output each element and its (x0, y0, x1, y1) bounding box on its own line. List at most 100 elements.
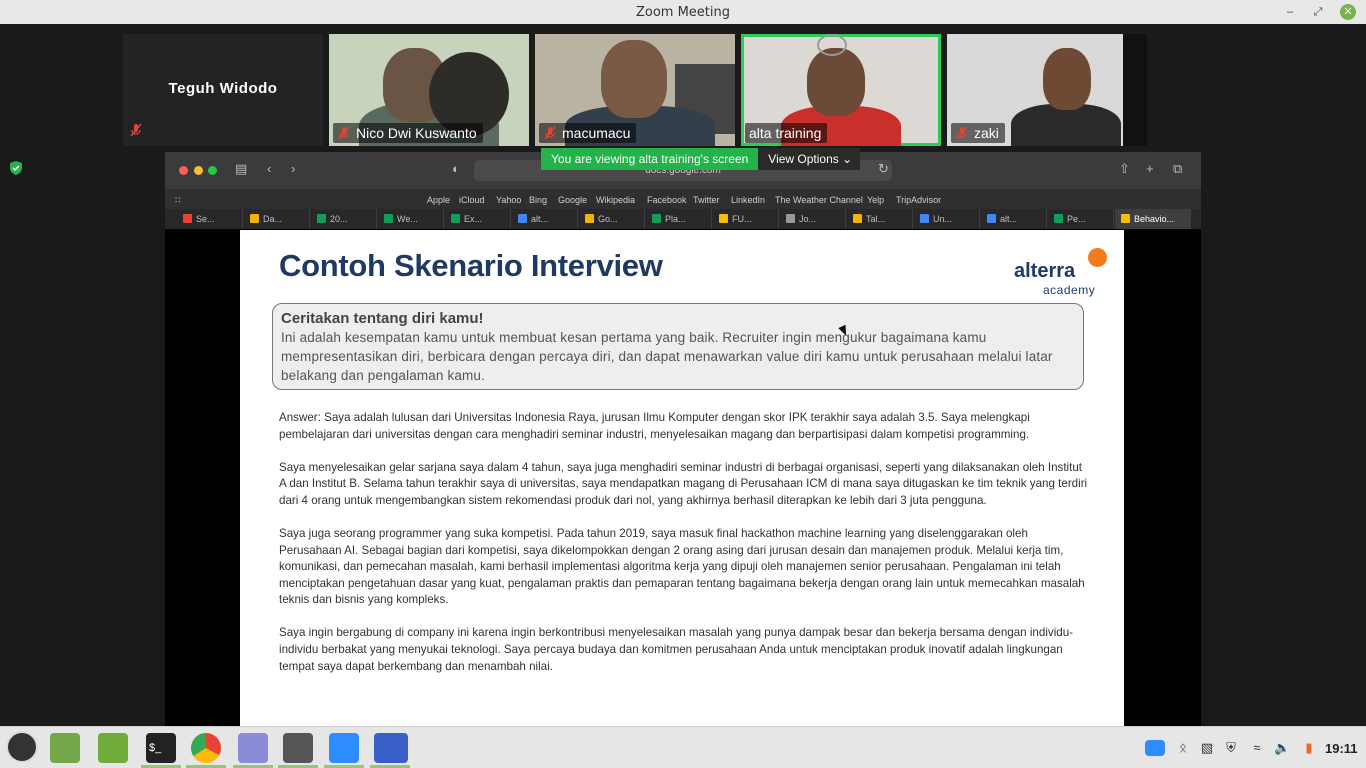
browser-tab: Go... (579, 209, 645, 229)
datastudio-icon (250, 214, 259, 223)
file-manager-icon[interactable] (98, 733, 128, 763)
doc-icon (987, 214, 996, 223)
browser-tab: alt... (512, 209, 578, 229)
participant-label: zaki (951, 123, 1005, 143)
answer-paragraph: Saya menyelesaikan gelar sarjana saya da… (279, 460, 1088, 507)
window-titlebar: Zoom Meeting – ⤢ ✕ (0, 0, 1366, 24)
question-title: Ceritakan tentang diri kamu! (281, 310, 484, 327)
taskbar: $_ ᛟ ▧ ⛨ ≈ 🔈 ▮ 19:11 (0, 726, 1366, 768)
participant-tile[interactable]: zaki (947, 34, 1147, 146)
wifi-icon[interactable]: ≈ (1249, 740, 1265, 756)
sidebar-icon: ▤ (235, 161, 248, 176)
browser-tab: FU... (713, 209, 779, 229)
tab-label: alt... (1000, 214, 1018, 224)
browser-tab: Ex... (445, 209, 511, 229)
clock[interactable]: 19:11 (1325, 741, 1358, 756)
text-editor-icon[interactable] (238, 733, 268, 763)
volume-icon[interactable]: 🔈 (1274, 740, 1290, 756)
zoom-dot-icon (208, 166, 217, 175)
sheets-icon (1054, 214, 1063, 223)
chevron-down-icon: ⌄ (842, 152, 853, 166)
close-button[interactable]: ✕ (1340, 4, 1356, 20)
tab-label: alt... (531, 214, 549, 224)
tab-label: Go... (598, 214, 618, 224)
browser-tab: Un... (914, 209, 980, 229)
share-icon: ⇧ (1119, 161, 1130, 176)
slides-icon (585, 214, 594, 223)
minimize-dot-icon (194, 166, 203, 175)
participant-name: Nico Dwi Kuswanto (356, 125, 477, 141)
participant-tile-active-speaker[interactable]: alta training (741, 34, 941, 146)
encryption-shield-icon[interactable] (8, 160, 24, 176)
tab-label: Pe... (1067, 214, 1086, 224)
tab-label: Ex... (464, 214, 483, 224)
favorite-link: Bing (529, 195, 548, 205)
participant-tile[interactable]: macumacu (535, 34, 735, 146)
mic-muted-icon (338, 126, 350, 140)
back-icon: ‹ (267, 161, 272, 176)
video-feed (601, 40, 667, 118)
docs-icon (920, 214, 929, 223)
mail-icon (786, 214, 795, 223)
window-title: Zoom Meeting (635, 5, 731, 20)
tab-label: Da... (263, 214, 283, 224)
question-text: Ini adalah kesempatan kamu untuk membuat… (281, 330, 1053, 383)
tab-label: 20... (330, 214, 348, 224)
brand-logo-subtitle: academy (1043, 283, 1096, 297)
tab-label: We... (397, 214, 418, 224)
settings-icon[interactable] (283, 733, 313, 763)
browser-tab: Da... (244, 209, 310, 229)
participant-label: macumacu (539, 123, 637, 143)
browser-tab: We... (378, 209, 444, 229)
goland-icon[interactable] (374, 733, 408, 763)
answer-paragraph: Saya ingin bergabung di company ini kare… (279, 626, 1074, 673)
doc-icon (518, 214, 527, 223)
sheets-icon (652, 214, 661, 223)
gmail-icon (183, 214, 192, 223)
favorite-link: Apple (427, 195, 451, 205)
mint-menu-icon[interactable] (6, 731, 38, 763)
browser-tab: alt... (981, 209, 1047, 229)
participant-tile[interactable]: Teguh Widodo (123, 34, 323, 146)
maximize-button[interactable]: ⤢ (1310, 4, 1326, 20)
drive-icon (1121, 214, 1130, 223)
favorite-link: Yahoo (496, 195, 522, 205)
view-options-button[interactable]: View Options ⌄ (758, 148, 861, 170)
sheets-icon (451, 214, 460, 223)
minimize-button[interactable]: – (1282, 4, 1298, 20)
reload-icon: ↻ (878, 161, 889, 176)
clipboard-icon[interactable]: ▧ (1199, 740, 1215, 756)
shared-screen[interactable]: ▤ ‹ › ◐ docs.google.com ↻ ⇧ + ⧉ ∷ Apple … (165, 152, 1201, 726)
slides-icon (853, 214, 862, 223)
tab-label: Tal... (866, 214, 886, 224)
favorite-link: Yelp (867, 195, 885, 205)
browser-tab-active: Behavio... (1115, 209, 1191, 229)
participant-tile[interactable]: Nico Dwi Kuswanto (329, 34, 529, 146)
tab-label: Se... (196, 214, 215, 224)
files-folder-icon[interactable] (50, 733, 80, 763)
shield-tray-icon[interactable]: ⛨ (1223, 740, 1239, 756)
chrome-icon[interactable] (191, 733, 221, 763)
zoom-icon[interactable] (329, 733, 359, 763)
favorite-link: LinkedIn (731, 195, 766, 205)
zoom-tray-icon[interactable] (1145, 740, 1165, 756)
tab-label: Behavio... (1134, 214, 1175, 224)
participant-label: Nico Dwi Kuswanto (333, 123, 483, 143)
browser-tab: Pla... (646, 209, 712, 229)
brand-logo-dot (1088, 248, 1107, 267)
favorite-link: Twitter (693, 195, 720, 205)
tab-label: Pla... (665, 214, 686, 224)
wall-clock-icon (817, 34, 847, 56)
answer-paragraph: Answer: Saya adalah lulusan dari Univers… (279, 411, 1030, 441)
favorite-link: The Weather Channel (775, 195, 863, 205)
sheets-icon (317, 214, 326, 223)
video-feed (807, 48, 865, 116)
participant-label: alta training (745, 123, 828, 143)
mic-muted-icon (956, 126, 968, 140)
video-feed (1043, 48, 1091, 110)
battery-icon[interactable]: ▮ (1301, 740, 1317, 756)
close-dot-icon (179, 166, 188, 175)
favorite-link: TripAdvisor (896, 195, 942, 205)
terminal-icon[interactable]: $_ (146, 733, 176, 763)
bluetooth-icon[interactable]: ᛟ (1175, 740, 1191, 756)
